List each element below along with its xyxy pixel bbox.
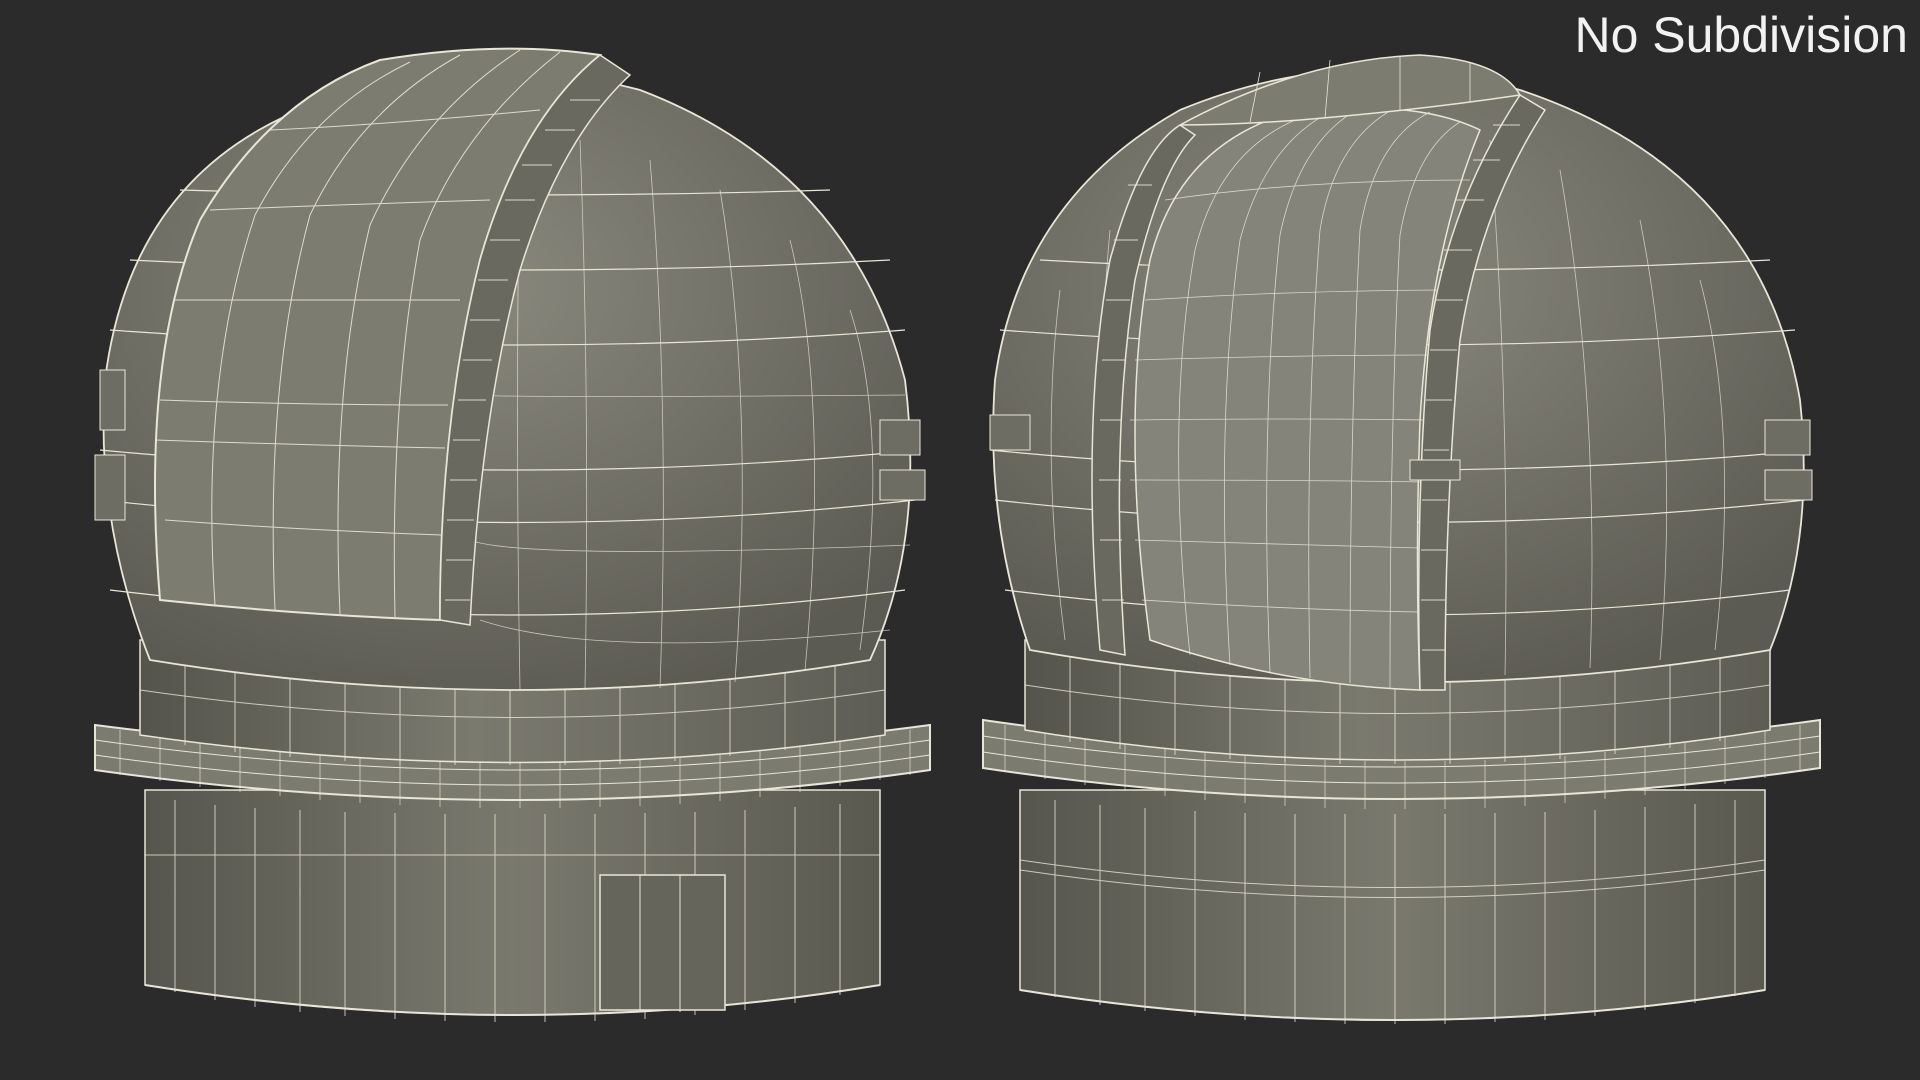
viewport-render xyxy=(94,47,1821,1024)
observatory-closed xyxy=(94,47,931,1022)
observatory-open xyxy=(982,54,1821,1024)
subdivision-label: No Subdivision xyxy=(1574,7,1908,63)
